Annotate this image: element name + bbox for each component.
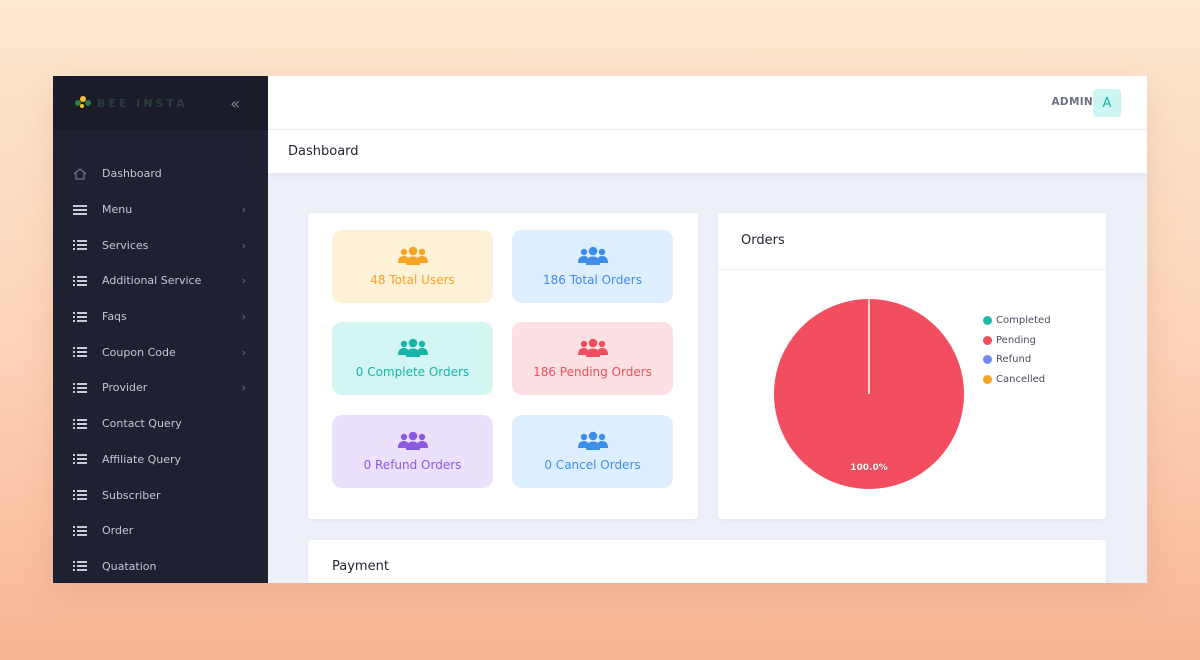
chevron-right-icon: › — [241, 238, 246, 252]
sidebar-item-menu[interactable]: Menu › — [53, 192, 268, 228]
orders-title: Orders — [718, 213, 1106, 270]
stat-tile[interactable]: 186 Total Orders — [512, 230, 673, 303]
chevron-right-icon: › — [241, 203, 246, 217]
sidebar-item-coupon-code[interactable]: Coupon Code › — [53, 334, 268, 370]
chevron-right-icon: › — [241, 345, 246, 359]
legend-marker — [983, 355, 992, 365]
menu-icon — [73, 204, 87, 216]
stat-label: 186 Total Orders — [543, 273, 642, 287]
list-icon — [73, 418, 87, 430]
legend-label: Refund — [996, 354, 1032, 366]
chevron-right-icon: › — [241, 310, 246, 324]
orders-card: Orders 100.0% Completed Pending Refund Canc… — [718, 213, 1106, 519]
stat-tile[interactable]: 0 Refund Orders — [332, 415, 493, 488]
user-label[interactable]: ADMIN — [1052, 96, 1094, 108]
stat-tile[interactable]: 0 Cancel Orders — [512, 415, 673, 488]
sidebar-item-quatation[interactable]: Quatation — [53, 549, 268, 583]
legend-marker — [983, 374, 992, 384]
legend-item[interactable]: Pending — [983, 331, 1051, 351]
chevron-right-icon: › — [241, 274, 246, 288]
payment-card: Payment — [308, 540, 1106, 583]
sidebar: BEE INSTA « Dashboard Menu › Services › Addit… — [53, 76, 268, 583]
chart-legend: Completed Pending Refund Cancelled — [983, 311, 1051, 389]
users-icon — [397, 246, 428, 266]
sidebar-item-services[interactable]: Services › — [53, 227, 268, 263]
list-icon — [73, 453, 87, 465]
app-window: BEE INSTA « Dashboard Menu › Services › Addit… — [53, 76, 1147, 583]
orders-pie-chart: 100.0% — [774, 299, 964, 489]
sidebar-item-additional-service[interactable]: Additional Service › — [53, 263, 268, 299]
legend-marker — [983, 316, 992, 326]
page-title: Dashboard — [288, 144, 359, 159]
sidebar-item-faqs[interactable]: Faqs › — [53, 299, 268, 335]
top-bar: ADMIN A — [268, 76, 1147, 130]
legend-label: Cancelled — [996, 373, 1046, 385]
legend-label: Pending — [996, 334, 1036, 346]
stat-tile[interactable]: 48 Total Users — [332, 230, 493, 303]
avatar[interactable]: A — [1093, 89, 1121, 117]
legend-item[interactable]: Cancelled — [983, 370, 1051, 390]
legend-marker — [983, 335, 992, 345]
sidebar-item-dashboard[interactable]: Dashboard — [53, 156, 268, 192]
pie-data-label: 100.0% — [850, 463, 888, 473]
sidebar-item-subscriber[interactable]: Subscriber — [53, 477, 268, 513]
sidebar-item-label: Coupon Code — [102, 345, 176, 359]
page-header: Dashboard — [268, 130, 1147, 173]
sidebar-item-provider[interactable]: Provider › — [53, 370, 268, 406]
list-icon — [73, 525, 87, 537]
home-icon — [73, 168, 87, 180]
sidebar-item-label: Provider — [102, 381, 148, 395]
list-icon — [73, 346, 87, 358]
stat-label: 0 Refund Orders — [363, 458, 462, 472]
stat-label: 0 Complete Orders — [355, 365, 470, 379]
collapse-sidebar-button[interactable]: « — [230, 94, 240, 113]
sidebar-header: BEE INSTA « — [53, 76, 268, 130]
list-icon — [73, 489, 87, 501]
users-icon — [577, 246, 608, 266]
chevron-right-icon: › — [241, 381, 246, 395]
sidebar-item-label: Menu — [102, 203, 133, 217]
users-icon — [397, 338, 428, 358]
stat-tile[interactable]: 186 Pending Orders — [512, 322, 673, 395]
sidebar-item-label: Subscriber — [102, 488, 161, 502]
logo-text: BEE INSTA — [97, 96, 188, 110]
sidebar-item-label: Contact Query — [102, 417, 182, 431]
sidebar-item-label: Quatation — [102, 559, 157, 573]
stat-label: 48 Total Users — [370, 273, 455, 287]
stat-label: 186 Pending Orders — [533, 365, 652, 379]
sidebar-item-label: Additional Service — [102, 274, 202, 288]
legend-item[interactable]: Refund — [983, 350, 1051, 370]
sidebar-item-label: Order — [102, 524, 134, 538]
users-icon — [397, 431, 428, 451]
sidebar-item-label: Services — [102, 238, 149, 252]
payment-title: Payment — [332, 559, 389, 574]
sidebar-item-contact-query[interactable]: Contact Query — [53, 406, 268, 442]
stat-label: 0 Cancel Orders — [544, 458, 641, 472]
sidebar-item-label: Affiliate Query — [102, 452, 182, 466]
list-icon — [73, 382, 87, 394]
sidebar-item-label: Dashboard — [102, 167, 162, 181]
list-icon — [73, 560, 87, 572]
users-icon — [577, 338, 608, 358]
stat-tile[interactable]: 0 Complete Orders — [332, 322, 493, 395]
sidebar-item-affiliate-query[interactable]: Affiliate Query — [53, 442, 268, 478]
sidebar-item-order[interactable]: Order — [53, 513, 268, 549]
sidebar-item-label: Faqs — [102, 310, 127, 324]
list-icon — [73, 239, 87, 251]
legend-item[interactable]: Completed — [983, 311, 1051, 331]
stats-card: 48 Total Users 186 Total Orders 0 Complete… — [308, 213, 698, 519]
bee-logo-icon — [75, 96, 91, 110]
sidebar-nav: Dashboard Menu › Services › Additional Servic… — [53, 130, 268, 583]
users-icon — [577, 431, 608, 451]
list-icon — [73, 275, 87, 287]
list-icon — [73, 311, 87, 323]
legend-label: Completed — [996, 315, 1051, 327]
